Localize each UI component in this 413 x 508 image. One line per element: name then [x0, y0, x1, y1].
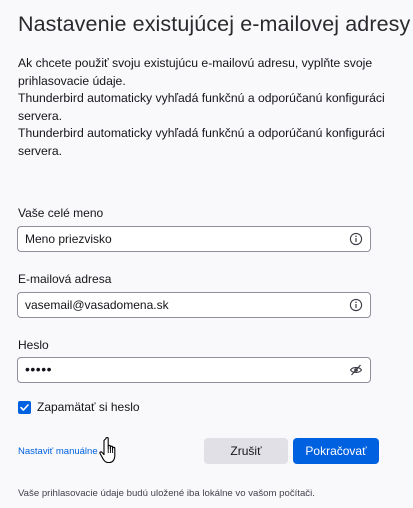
name-field[interactable]: Meno priezvisko — [17, 226, 371, 252]
cancel-button[interactable]: Zrušiť — [204, 438, 288, 464]
description-line: servera. — [18, 108, 63, 123]
name-label: Vaše celé meno — [18, 206, 104, 220]
password-value: ••••• — [25, 361, 53, 377]
info-icon[interactable] — [349, 298, 363, 312]
eye-slash-icon[interactable] — [349, 363, 363, 377]
description-line: Thunderbird automaticky vyhľadá funkčnú … — [18, 91, 385, 106]
description-line: Thunderbird automaticky vyhľadá funkčnú … — [18, 126, 385, 141]
email-label: E-mailová adresa — [18, 272, 112, 286]
dialog-description: Ak chcete použiť svoju existujúcu e-mail… — [18, 55, 413, 161]
description-line: servera. — [18, 143, 63, 158]
description-line: prihlasovacie údaje. — [18, 73, 126, 88]
dialog-title: Nastavenie existujúcej e-mailovej adresy — [18, 12, 411, 36]
info-icon[interactable] — [349, 232, 363, 246]
description-line: Ak chcete použiť svoju existujúcu e-mail… — [18, 56, 373, 70]
name-value: Meno priezvisko — [25, 232, 112, 246]
remember-password-checkbox[interactable]: Zapamätať si heslo — [18, 399, 140, 415]
password-label: Heslo — [18, 338, 49, 352]
footer-note: Vaše prihlasovacie údaje budú uložené ib… — [18, 488, 315, 499]
remember-password-label[interactable]: Zapamätať si heslo — [37, 400, 140, 414]
password-field[interactable]: ••••• — [17, 357, 371, 383]
hand-cursor-icon — [98, 436, 122, 471]
email-field[interactable]: vasemail@vasadomena.sk — [17, 292, 371, 318]
email-value: vasemail@vasadomena.sk — [25, 298, 169, 312]
manual-config-link[interactable]: Nastaviť manuálne — [18, 446, 98, 457]
continue-button[interactable]: Pokračovať — [293, 438, 379, 464]
checkbox-checked-icon[interactable] — [18, 400, 31, 414]
